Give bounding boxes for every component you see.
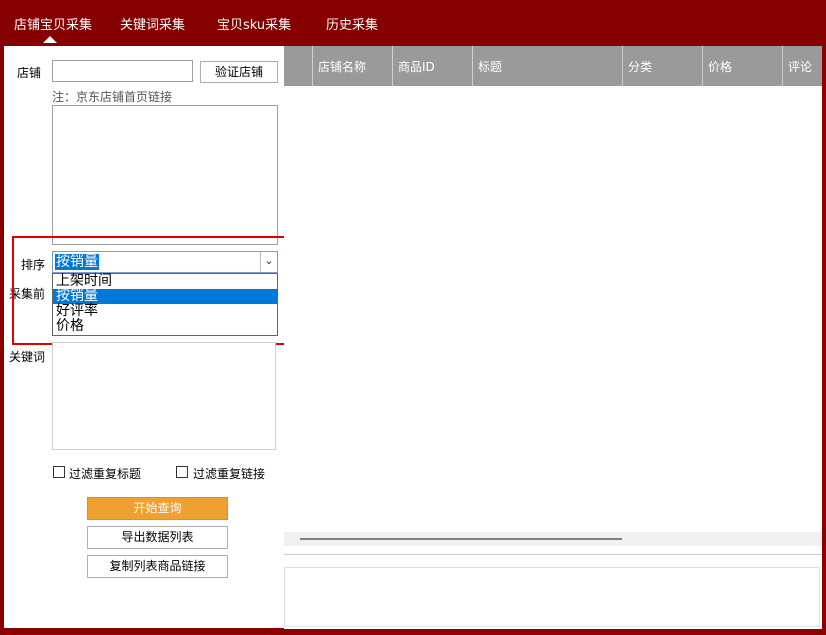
left-form-panel: 店铺 验证店铺 注：京东店铺首页链接 排序 按销量 ⌄ 上架时间 按销量 好评率… — [4, 46, 301, 628]
log-textarea[interactable] — [284, 567, 820, 627]
tab-keyword-collect[interactable]: 关键词采集 — [120, 14, 185, 33]
log-area — [284, 554, 822, 629]
active-tab-indicator — [43, 36, 57, 43]
tab-sku-collect[interactable]: 宝贝sku采集 — [217, 14, 291, 33]
keyword-label: 关键词 — [9, 350, 46, 364]
column-header-price[interactable]: 价格 — [702, 46, 782, 86]
filter-link-label: 过滤重复链接 — [193, 467, 266, 481]
tab-shop-collect[interactable]: 店铺宝贝采集 — [14, 14, 92, 33]
results-panel: 店铺名称 商品ID 标题 分类 价格 评论 — [284, 46, 822, 629]
shop-label: 店铺 — [17, 66, 42, 80]
column-header-shop-name[interactable]: 店铺名称 — [312, 46, 392, 86]
shop-input[interactable] — [52, 60, 193, 82]
column-header-category[interactable]: 分类 — [622, 46, 702, 86]
export-data-button[interactable]: 导出数据列表 — [87, 526, 228, 549]
verify-shop-button[interactable]: 验证店铺 — [200, 61, 278, 83]
filter-title-label: 过滤重复标题 — [69, 467, 142, 481]
column-header-title[interactable]: 标题 — [472, 46, 622, 86]
scrollbar-thumb[interactable] — [300, 538, 622, 540]
shop-note: 注：京东店铺首页链接 — [52, 90, 173, 104]
table-header: 店铺名称 商品ID 标题 分类 价格 评论 — [284, 46, 822, 86]
top-nav-bar: 店铺宝贝采集 关键词采集 宝贝sku采集 历史采集 — [0, 0, 826, 46]
filter-title-checkbox[interactable] — [53, 466, 65, 478]
filter-link-checkbox[interactable] — [176, 466, 188, 478]
start-query-button[interactable]: 开始查询 — [87, 497, 228, 520]
tab-history-collect[interactable]: 历史采集 — [326, 14, 378, 33]
copy-links-button[interactable]: 复制列表商品链接 — [87, 555, 228, 578]
column-header-product-id[interactable]: 商品ID — [392, 46, 472, 86]
column-header-comments[interactable]: 评论 — [782, 46, 822, 86]
shop-links-textarea[interactable] — [52, 105, 278, 245]
horizontal-scrollbar[interactable] — [284, 532, 822, 546]
highlight-box — [12, 236, 301, 345]
main-panel: 店铺 验证店铺 注：京东店铺首页链接 排序 按销量 ⌄ 上架时间 按销量 好评率… — [4, 46, 822, 629]
keyword-textarea[interactable] — [52, 342, 276, 450]
